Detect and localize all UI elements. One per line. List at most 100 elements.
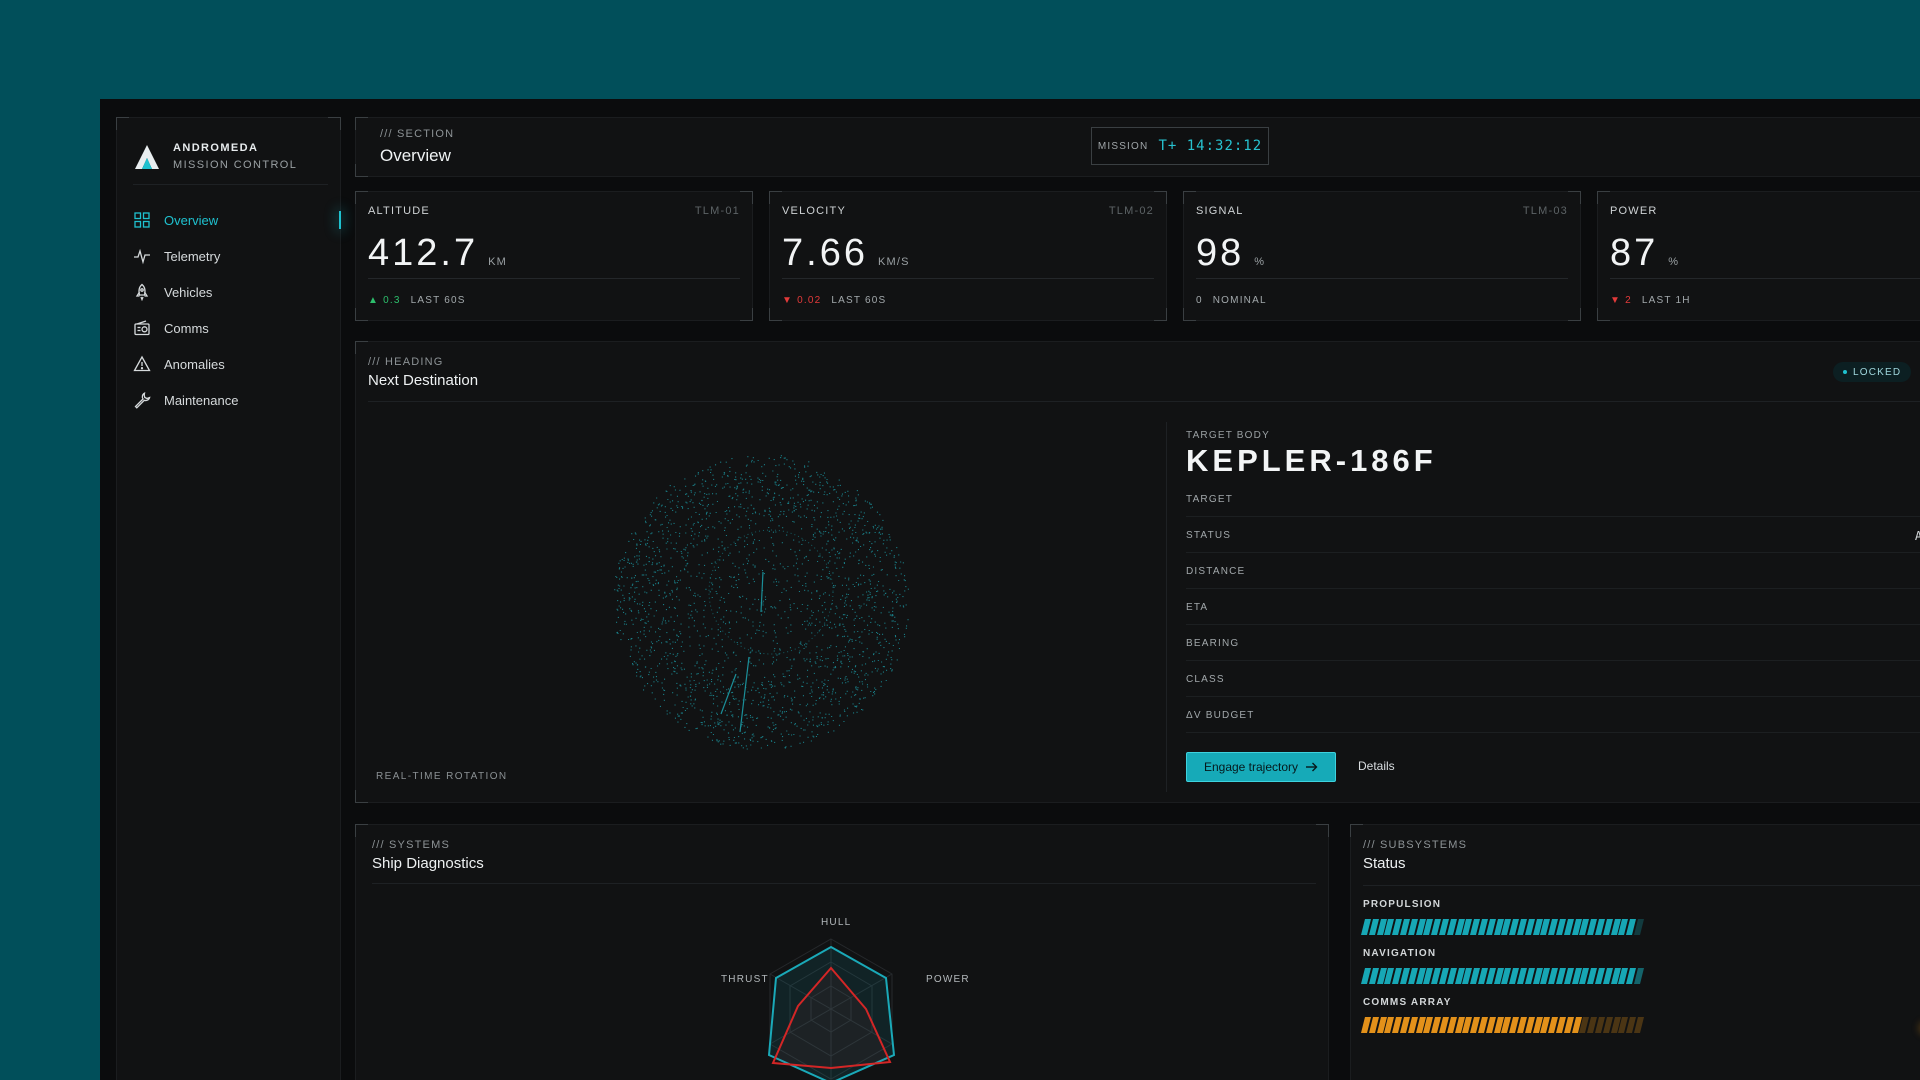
andromeda-logo-icon [135, 144, 159, 169]
property-row: ETA20 [1186, 589, 1920, 625]
property-value: APPRO [1914, 529, 1920, 543]
property-key: BEARING [1186, 638, 1240, 649]
divider [133, 184, 328, 185]
wrench-icon [134, 392, 151, 409]
value-number: 412.7 [368, 232, 479, 274]
rocket-icon [135, 283, 149, 301]
subsystem-label: COMMS ARRAY [1363, 997, 1452, 1008]
property-row: STATUS APPRO [1186, 517, 1920, 553]
brand-subtitle: MISSION CONTROL [173, 159, 298, 171]
details-button[interactable]: Details [1350, 752, 1403, 780]
status-badge: LOCKED [1833, 362, 1912, 382]
telemetry-card-signal[interactable]: SIGNAL TLM-03 98% 0 NOMINAL [1183, 191, 1581, 321]
planet-particle-sphere[interactable] [611, 452, 911, 752]
property-key: DISTANCE [1186, 566, 1246, 577]
trend-up-icon: ▲ 0.3 [368, 295, 401, 306]
trend-arrow: ▲ [368, 295, 380, 306]
engage-trajectory-button[interactable]: Engage trajectory [1186, 752, 1336, 782]
subsystem-level-bar [1361, 919, 1663, 935]
card-tag: TLM-01 [694, 205, 740, 217]
grid-icon [134, 212, 150, 228]
subsystem-item[interactable]: PROPULSION [1361, 899, 1663, 935]
sidebar: ANDROMEDA MISSION CONTROL Overview Telem… [116, 117, 341, 1080]
divider [782, 278, 1154, 279]
button-label: Engage trajectory [1203, 760, 1299, 774]
status-dot-icon [1843, 370, 1847, 374]
radio-icon [134, 320, 150, 336]
subsystem-label: PROPULSION [1363, 899, 1442, 910]
bar-segment [1633, 919, 1644, 935]
brand[interactable]: ANDROMEDA MISSION CONTROL [133, 142, 297, 171]
sidebar-item-label: Maintenance [164, 392, 239, 408]
trend-delta: 2 [1625, 295, 1632, 306]
target-properties: TARGETKEPL STATUS APPRO DISTANCE ETA20 BEARIN… [1186, 481, 1920, 733]
subsystem-item[interactable]: COMMS ARRAY [1361, 997, 1663, 1033]
panel-title: Ship Diagnostics [372, 855, 484, 872]
sidebar-item-label: Comms [164, 320, 209, 336]
sidebar-item-telemetry[interactable]: Telemetry [133, 238, 333, 274]
section-eyebrow: /// SECTION [380, 128, 455, 140]
telemetry-card-velocity[interactable]: VELOCITY TLM-02 7.66 KM/S ▼ 0.02 LAST 60S [769, 191, 1167, 321]
destination-panel: /// HEADING Next Destination LOCKED REAL… [355, 341, 1920, 803]
divider [372, 883, 1316, 884]
value-number: 7.66 [782, 232, 868, 274]
card-label: SIGNAL [1196, 205, 1244, 217]
value-number: 98 [1196, 232, 1245, 274]
sidebar-item-comms[interactable]: Comms [133, 310, 333, 346]
sidebar-item-vehicles[interactable]: Vehicles [133, 274, 333, 310]
telemetry-card-power[interactable]: POWER 87% ▼ 2 LAST 1H [1597, 191, 1920, 321]
arrow-right-icon [1306, 762, 1318, 772]
property-key: CLASS [1186, 674, 1225, 685]
telemetry-card-altitude[interactable]: ALTITUDE TLM-01 412.7 KM ▲ 0.3 LAST 60S [355, 191, 753, 321]
value-unit: % [1668, 256, 1680, 268]
page-header: /// SECTION Overview MISSION T+ 14:32:12 [355, 117, 1920, 177]
value-unit: % [1254, 256, 1266, 268]
sidebar-item-label: Telemetry [164, 248, 221, 264]
divider [1363, 885, 1920, 886]
trend-delta: 0 [1196, 295, 1203, 306]
diagnostics-radar-chart[interactable] [681, 905, 981, 1080]
card-footer: ▲ 0.3 LAST 60S [368, 295, 466, 306]
sidebar-item-anomalies[interactable]: Anomalies [133, 346, 333, 382]
property-row: DISTANCE [1186, 553, 1920, 589]
property-row: BEARING [1186, 625, 1920, 661]
property-key: ETA [1186, 602, 1209, 613]
target-name: KEPLER-186F [1186, 443, 1437, 478]
sidebar-item-label: Anomalies [164, 356, 225, 372]
sidebar-item-label: Overview [164, 212, 219, 228]
divider [368, 278, 740, 279]
card-footnote: LAST 60S [410, 295, 466, 306]
card-value: 98% [1196, 232, 1265, 275]
divider [368, 401, 1920, 402]
subsystem-label: NAVIGATION [1363, 948, 1437, 959]
sidebar-nav: Overview Telemetry Vehicles Comms Anomal… [133, 202, 341, 418]
card-tag: TLM-02 [1108, 205, 1154, 217]
subsystem-item[interactable]: NAVIGATION [1361, 948, 1663, 984]
active-indicator [339, 211, 341, 229]
section-eyebrow: /// SYSTEMS [372, 839, 450, 851]
trend-down-icon: ▼ 2 [1610, 295, 1632, 306]
sidebar-item-overview[interactable]: Overview [133, 202, 341, 238]
subsystem-level-bar [1361, 968, 1663, 984]
card-value: 7.66 KM/S [782, 232, 910, 275]
ship-diagnostics-panel: /// SYSTEMS Ship Diagnostics HULL POWER … [355, 824, 1329, 1080]
card-tag: TLM-03 [1522, 205, 1568, 217]
subsystem-level-bar [1361, 1017, 1663, 1033]
subsystems-panel: /// SUBSYSTEMS Status PROPULSION NAVIGATI… [1350, 824, 1920, 1080]
card-value: 87% [1610, 232, 1679, 275]
section-eyebrow: /// SUBSYSTEMS [1363, 839, 1468, 851]
card-footnote: NOMINAL [1212, 295, 1267, 306]
property-row: TARGETKEPL [1186, 481, 1920, 517]
trend-delta: 0.3 [383, 295, 401, 306]
card-footer: ▼ 2 LAST 1H [1610, 295, 1691, 306]
trend-arrow: ▼ [1610, 295, 1622, 306]
property-row: ΔV BUDGET1 [1186, 697, 1920, 733]
trend-delta: 0.02 [797, 295, 822, 306]
mission-clock: MISSION T+ 14:32:12 [1091, 127, 1269, 165]
bar-segment [1633, 1017, 1644, 1033]
status-badge-label: LOCKED [1853, 366, 1902, 378]
value-unit: KM [488, 256, 507, 268]
sidebar-item-maintenance[interactable]: Maintenance [133, 382, 333, 418]
warning-icon [133, 355, 151, 372]
card-label: VELOCITY [782, 205, 847, 217]
